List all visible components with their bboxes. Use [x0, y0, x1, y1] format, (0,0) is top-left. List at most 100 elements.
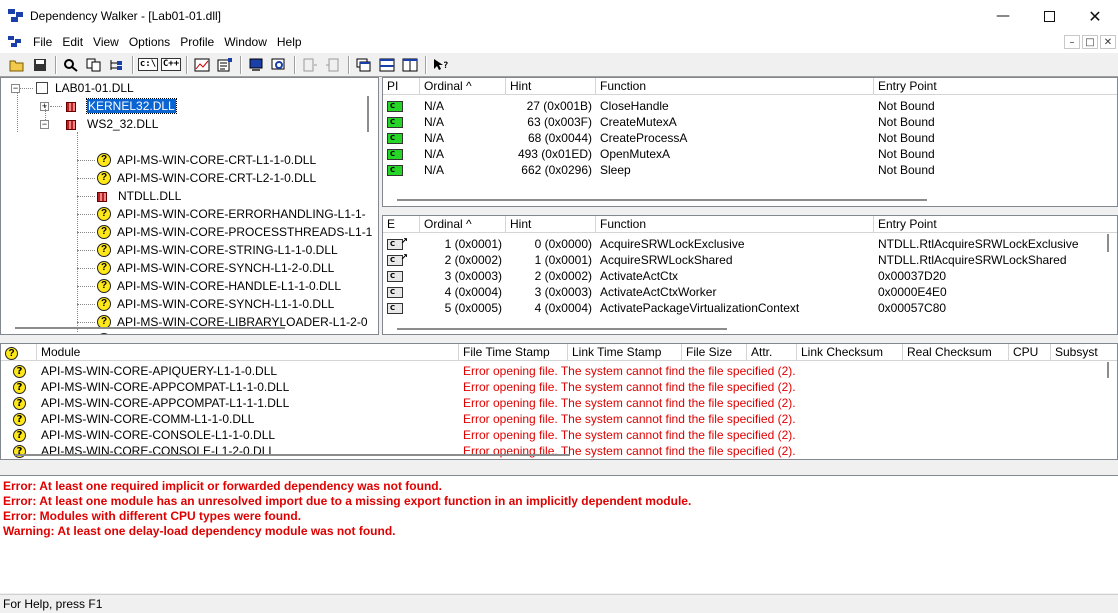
open-folder-icon[interactable]	[6, 55, 28, 75]
tree-node-child[interactable]: ? API-MS-WIN-CORE-THREADPOOL-L1-2-0.DLL	[97, 331, 375, 334]
tree-node-root[interactable]: − LAB01-01.DLL	[11, 79, 134, 97]
cascade-icon[interactable]	[353, 55, 375, 75]
menu-file[interactable]: File	[28, 35, 57, 49]
tree-node-child[interactable]: NTDLL.DLL	[97, 187, 181, 205]
import-row[interactable]: C N/A 493 (0x01ED) OpenMutexA Not Bound	[383, 146, 1117, 162]
column-header-function[interactable]: Function	[596, 78, 874, 95]
module-row[interactable]: ? API-MS-WIN-CORE-APPCOMPAT-L1-1-0.DLL Err…	[1, 379, 1019, 395]
column-header-e[interactable]: E	[383, 216, 420, 233]
tree-node-child[interactable]: ? API-MS-WIN-CORE-HANDLE-L1-1-0.DLL	[97, 277, 341, 295]
exports-vertical-scrollbar[interactable]	[1107, 234, 1109, 252]
tree-node-child[interactable]: ? API-MS-WIN-CORE-CRT-L2-1-0.DLL	[97, 169, 316, 187]
column-header-entry-point[interactable]: Entry Point	[874, 78, 1117, 95]
question-icon: ?	[97, 153, 111, 167]
copy-icon[interactable]	[83, 55, 105, 75]
exports-list[interactable]: E Ordinal ^ Hint Function Entry Point C ↗…	[382, 215, 1118, 335]
import-row[interactable]: C N/A 662 (0x0296) Sleep Not Bound	[383, 162, 1117, 178]
document-icon[interactable]	[8, 36, 22, 48]
column-header-attr[interactable]: Attr.	[747, 344, 797, 361]
module-row[interactable]: ? API-MS-WIN-CORE-APIQUERY-L1-1-0.DLL Erro…	[1, 363, 1019, 379]
tile-vertical-icon[interactable]	[399, 55, 421, 75]
module-tree[interactable]: − LAB01-01.DLL + KERNEL32.DLL − WS2_32.D…	[0, 77, 379, 335]
log-view[interactable]: Error: At least one required implicit or…	[0, 475, 1118, 593]
column-header-hint[interactable]: Hint	[506, 78, 596, 95]
entry-point-cell: Not Bound	[878, 99, 935, 113]
export-row[interactable]: C 4 (0x0004) 3 (0x0003) ActivateActCtxWorke…	[383, 284, 1117, 300]
tree-node-label: API-MS-WIN-CORE-CRT-L1-1-0.DLL	[117, 153, 317, 167]
save-icon[interactable]	[29, 55, 51, 75]
tree-node-child[interactable]: ? API-MS-WIN-CORE-SYNCH-L1-1-0.DLL	[97, 295, 334, 313]
column-header-status[interactable]: ?	[1, 344, 37, 361]
column-header-file-time-stamp[interactable]: File Time Stamp	[459, 344, 568, 361]
column-header-module[interactable]: Module	[37, 344, 459, 361]
maximize-button[interactable]	[1026, 0, 1072, 32]
tile-horizontal-icon[interactable]	[376, 55, 398, 75]
export-row[interactable]: C ↗ 2 (0x0002) 1 (0x0001) AcquireSRWLockShar…	[383, 252, 1117, 268]
close-button[interactable]: ✕	[1072, 0, 1118, 32]
log-line: Error: Modules with different CPU types …	[3, 509, 302, 523]
tree-vertical-scrollbar[interactable]	[367, 96, 369, 132]
entry-point-cell: 0x0000E4E0	[878, 285, 947, 299]
tree-horizontal-scrollbar[interactable]	[15, 327, 285, 329]
menu-window[interactable]: Window	[219, 35, 272, 49]
menu-help[interactable]: Help	[272, 35, 307, 49]
tree-node-child[interactable]: ? API-MS-WIN-CORE-SYNCH-L1-2-0.DLL	[97, 259, 334, 277]
column-header-ordinal[interactable]: Ordinal ^	[420, 78, 506, 95]
collapse-icon[interactable]: −	[11, 83, 20, 93]
tree-node-child[interactable]: ? API-MS-WIN-CORE-ERRORHANDLING-L1-1-	[97, 205, 366, 223]
full-paths-button[interactable]: c:\	[137, 55, 159, 75]
imports-horizontal-scrollbar[interactable]	[397, 199, 927, 201]
ordinal-cell: 4 (0x0004)	[444, 285, 502, 299]
tree-node-child[interactable]: ? API-MS-WIN-CORE-PROCESSTHREADS-L1-1	[97, 223, 372, 241]
exports-horizontal-scrollbar[interactable]	[397, 328, 727, 330]
find-icon[interactable]	[60, 55, 82, 75]
export-row[interactable]: C 3 (0x0003) 2 (0x0002) ActivateActCtx 0x000…	[383, 268, 1117, 284]
column-header-pi[interactable]: PI	[383, 78, 420, 95]
module-row[interactable]: ? API-MS-WIN-CORE-COMM-L1-1-0.DLL Error op…	[1, 411, 1019, 427]
tree-node-child[interactable]: ? API-MS-WIN-CORE-CRT-L1-1-0.DLL	[97, 151, 316, 169]
ordinal-cell: 1 (0x0001)	[444, 237, 502, 251]
module-row[interactable]: ? API-MS-WIN-CORE-CONSOLE-L1-1-0.DLL Error…	[1, 427, 1019, 443]
tree-node-kernel32[interactable]: + KERNEL32.DLL	[40, 97, 177, 115]
tree-expand-icon[interactable]	[106, 55, 128, 75]
column-header-entry-point[interactable]: Entry Point	[874, 216, 1117, 233]
module-row[interactable]: ? API-MS-WIN-CORE-APPCOMPAT-L1-1-1.DLL Err…	[1, 395, 1019, 411]
chart-icon[interactable]	[191, 55, 213, 75]
import-row[interactable]: C N/A 68 (0x0044) CreateProcessA Not Bound	[383, 130, 1117, 146]
import-row[interactable]: C N/A 63 (0x003F) CreateMutexA Not Bound	[383, 114, 1117, 130]
system-info-icon[interactable]	[245, 55, 267, 75]
minimize-button[interactable]: —	[980, 0, 1026, 32]
module-list[interactable]: ? Module File Time Stamp Link Time Stamp…	[0, 343, 1118, 460]
import-row[interactable]: C N/A 27 (0x001B) CloseHandle Not Bound	[383, 98, 1117, 114]
menu-view[interactable]: View	[88, 35, 124, 49]
column-header-cpu[interactable]: CPU	[1009, 344, 1051, 361]
tree-node-child[interactable]: ? API-MS-WIN-CORE-STRING-L1-1-0.DLL	[97, 241, 338, 259]
modules-vertical-scrollbar[interactable]	[1107, 362, 1109, 378]
menu-options[interactable]: Options	[124, 35, 175, 49]
c-function-icon: C	[387, 148, 403, 160]
mdi-restore-button[interactable]: □	[1082, 35, 1098, 49]
column-header-hint[interactable]: Hint	[506, 216, 596, 233]
collapse-icon[interactable]: −	[40, 119, 49, 129]
modules-horizontal-scrollbar[interactable]	[15, 454, 570, 456]
search-module-icon[interactable]	[268, 55, 290, 75]
mdi-close-button[interactable]: ✕	[1100, 35, 1116, 49]
column-header-file-size[interactable]: File Size	[682, 344, 747, 361]
export-row[interactable]: C 5 (0x0005) 4 (0x0004) ActivatePackageVirt…	[383, 300, 1117, 316]
column-header-function[interactable]: Function	[596, 216, 874, 233]
column-header-link-checksum[interactable]: Link Checksum	[797, 344, 903, 361]
properties-icon[interactable]	[214, 55, 236, 75]
menu-profile[interactable]: Profile	[175, 35, 219, 49]
column-header-subsystem[interactable]: Subsyst	[1051, 344, 1117, 361]
mdi-minimize-button[interactable]: –	[1064, 35, 1080, 49]
column-header-ordinal[interactable]: Ordinal ^	[420, 216, 506, 233]
module-row[interactable]: ? API-MS-WIN-CORE-CONSOLE-L1-2-0.DLL Error…	[1, 443, 1019, 459]
undecorate-cpp-button[interactable]: C++	[160, 55, 182, 75]
imports-list[interactable]: PI Ordinal ^ Hint Function Entry Point C…	[382, 77, 1118, 207]
tree-node-ws2-32[interactable]: − WS2_32.DLL	[40, 115, 158, 133]
column-header-real-checksum[interactable]: Real Checksum	[903, 344, 1009, 361]
menu-edit[interactable]: Edit	[57, 35, 88, 49]
column-header-link-time-stamp[interactable]: Link Time Stamp	[568, 344, 682, 361]
export-row[interactable]: C ↗ 1 (0x0001) 0 (0x0000) AcquireSRWLockExcl…	[383, 236, 1117, 252]
context-help-icon[interactable]: ?	[430, 55, 452, 75]
